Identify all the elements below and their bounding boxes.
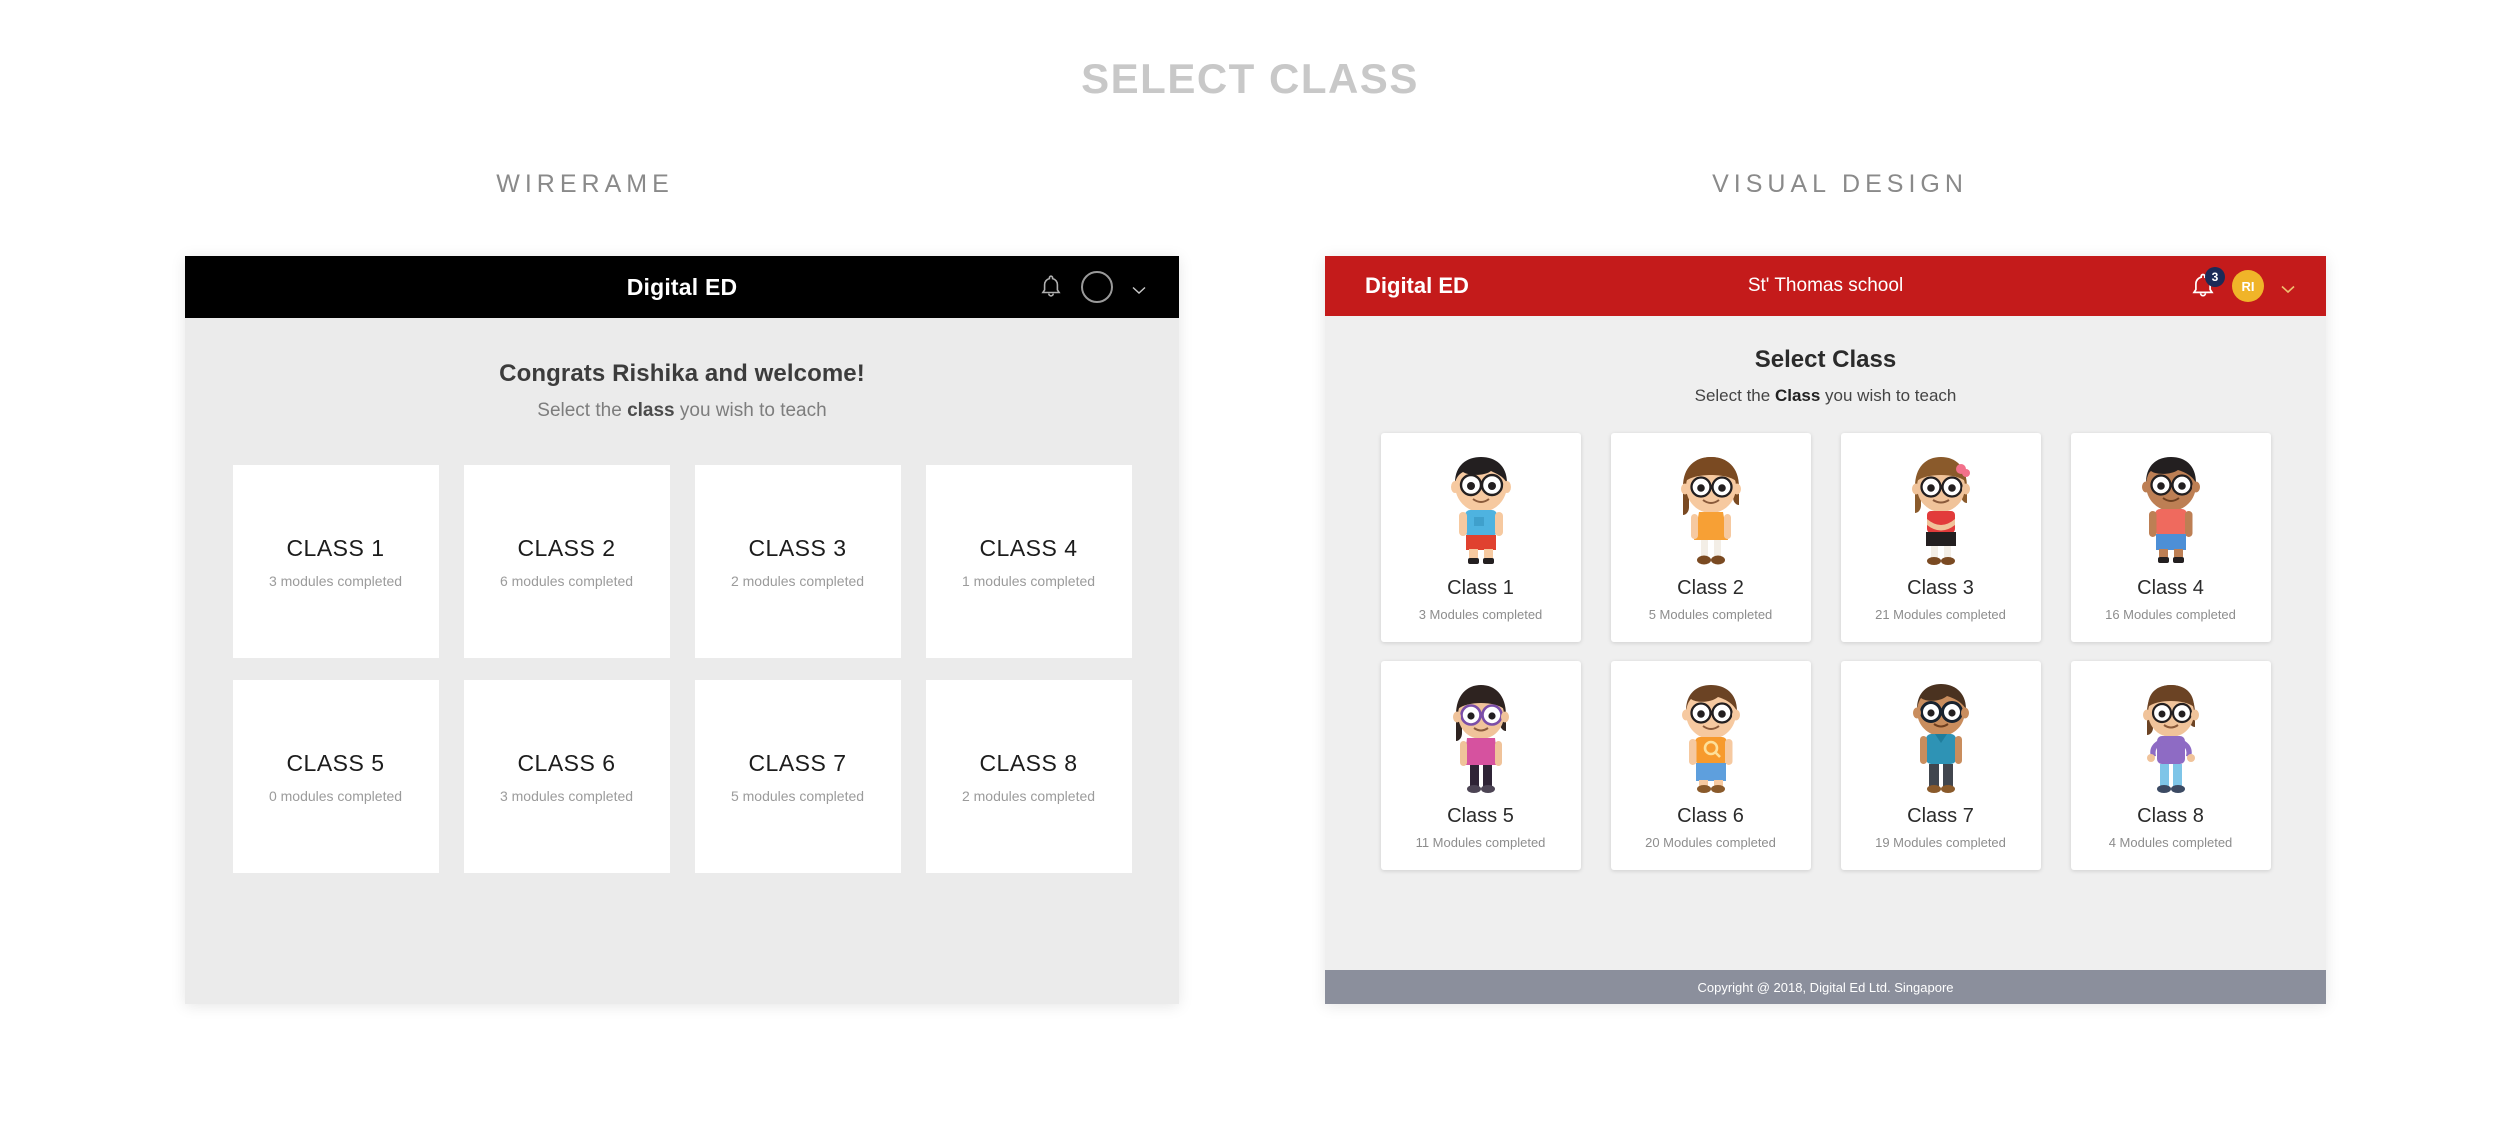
wireframe-class-card[interactable]: CLASS 1 3 modules completed	[232, 465, 439, 658]
wireframe-class-modules: 2 modules completed	[730, 572, 865, 589]
wireframe-class-modules: 2 modules completed	[961, 787, 1096, 804]
visual-class-card[interactable]: Class 6 20 Modules completed	[1610, 661, 1811, 870]
wireframe-class-modules: 0 modules completed	[268, 787, 403, 804]
chevron-down-icon[interactable]	[1131, 282, 1147, 294]
visual-brand: Digital ED	[1365, 273, 1469, 298]
wireframe-subheading-bold: class	[627, 400, 675, 421]
visual-subheading: Select the Class you wish to teach	[1325, 386, 2326, 406]
visual-class-modules: 3 Modules completed	[1418, 607, 1543, 622]
student-avatar-icon	[1885, 447, 1997, 567]
wireframe-class-card[interactable]: CLASS 2 6 modules completed	[463, 465, 670, 658]
wireframe-class-title: CLASS 8	[979, 749, 1078, 776]
visual-class-modules: 20 Modules completed	[1645, 835, 1776, 850]
visual-class-modules: 5 Modules completed	[1648, 607, 1773, 622]
wireframe-brand: Digital ED	[626, 273, 738, 300]
visual-subheading-prefix: Select the	[1694, 386, 1775, 405]
wireframe-class-card[interactable]: CLASS 3 2 modules completed	[694, 465, 901, 658]
notification-badge: 3	[2205, 267, 2225, 287]
visual-body: Select Class Select the Class you wish t…	[1325, 316, 2326, 970]
wireframe-class-card[interactable]: CLASS 6 3 modules completed	[463, 680, 670, 873]
wireframe-class-modules: 6 modules completed	[499, 572, 634, 589]
student-avatar-icon	[1655, 675, 1767, 795]
page-title: SELECT CLASS	[1081, 55, 1419, 102]
visual-class-card[interactable]: Class 2 5 Modules completed	[1610, 433, 1811, 642]
wireframe-subheading-suffix: you wish to teach	[674, 400, 827, 421]
student-avatar-icon	[2115, 675, 2227, 795]
screenshot-root: SELECT CLASS WIRERAME VISUAL DESIGN Digi…	[0, 0, 2500, 1131]
visual-class-title: Class 2	[1677, 577, 1744, 599]
section-label-wireframe: WIRERAME	[496, 170, 674, 198]
visual-class-modules: 11 Modules completed	[1415, 835, 1546, 850]
visual-heading: Select Class	[1754, 346, 1897, 373]
visual-class-card[interactable]: Class 8 4 Modules completed	[2070, 661, 2271, 870]
wireframe-header-actions	[1039, 256, 1147, 318]
visual-class-card[interactable]: Class 1 3 Modules completed	[1380, 433, 1581, 642]
visual-subheading-bold: Class	[1774, 386, 1821, 405]
visual-class-card[interactable]: Class 4 16 Modules completed	[2070, 433, 2271, 642]
wireframe-class-card[interactable]: CLASS 7 5 modules completed	[694, 680, 901, 873]
student-avatar-icon	[1425, 675, 1537, 795]
student-avatar-icon	[2115, 447, 2227, 567]
wireframe-class-title: CLASS 4	[979, 534, 1078, 561]
visual-class-card[interactable]: Class 5 11 Modules completed	[1380, 661, 1581, 870]
student-avatar-icon	[1655, 447, 1767, 567]
visual-subheading-suffix: you wish to teach	[1820, 386, 1957, 405]
visual-class-title: Class 8	[2137, 805, 2204, 827]
wireframe-class-grid: CLASS 1 3 modules completed CLASS 2 6 mo…	[185, 465, 1179, 873]
wireframe-class-title: CLASS 1	[286, 534, 385, 561]
visual-class-title: Class 4	[2137, 577, 2204, 599]
student-avatar-icon	[1885, 675, 1997, 795]
visual-class-grid: Class 1 3 Modules completed Class 2 5 Mo…	[1325, 433, 2326, 870]
student-avatar-icon	[1425, 447, 1537, 567]
notifications-button[interactable]: 3	[2190, 267, 2225, 300]
wireframe-subheading: Select the class you wish to teach	[185, 400, 1179, 422]
visual-class-modules: 4 Modules completed	[2108, 835, 2233, 850]
visual-class-modules: 21 Modules completed	[1875, 607, 2006, 622]
chevron-down-icon[interactable]	[2280, 281, 2296, 294]
visual-class-card[interactable]: Class 7 19 Modules completed	[1840, 661, 2041, 870]
visual-class-title: Class 3	[1907, 577, 1974, 599]
wireframe-class-modules: 3 modules completed	[499, 787, 634, 804]
visual-header: Digital ED St' Thomas school 3 RI	[1325, 256, 2326, 316]
visual-class-title: Class 6	[1677, 805, 1744, 827]
wireframe-body: Congrats Rishika and welcome! Select the…	[185, 318, 1179, 873]
wireframe-class-modules: 1 modules completed	[961, 572, 1096, 589]
visual-class-modules: 19 Modules completed	[1875, 835, 2006, 850]
visual-class-title: Class 7	[1907, 805, 1974, 827]
visual-header-actions: 3 RI	[2190, 256, 2296, 316]
wireframe-class-title: CLASS 6	[517, 749, 616, 776]
wireframe-class-card[interactable]: CLASS 8 2 modules completed	[925, 680, 1132, 873]
wireframe-header: Digital ED	[185, 256, 1179, 318]
wireframe-class-card[interactable]: CLASS 5 0 modules completed	[232, 680, 439, 873]
wireframe-class-title: CLASS 2	[517, 534, 616, 561]
visual-class-card[interactable]: Class 3 21 Modules completed	[1840, 433, 2041, 642]
section-label-visual-design: VISUAL DESIGN	[1712, 170, 1968, 198]
bell-icon[interactable]	[1039, 274, 1063, 300]
wireframe-class-modules: 5 modules completed	[730, 787, 865, 804]
school-name: St' Thomas school	[1747, 275, 1904, 296]
avatar[interactable]	[1081, 271, 1113, 303]
visual-class-title: Class 1	[1447, 577, 1514, 599]
wireframe-subheading-prefix: Select the	[537, 400, 628, 421]
avatar[interactable]: RI	[2232, 270, 2264, 302]
wireframe-class-title: CLASS 7	[748, 749, 847, 776]
wireframe-panel: Digital ED Congrats Rishika and welcome!	[185, 256, 1179, 1004]
wireframe-class-card[interactable]: CLASS 4 1 modules completed	[925, 465, 1132, 658]
wireframe-class-title: CLASS 5	[286, 749, 385, 776]
visual-footer: Copyright @ 2018, Digital Ed Ltd. Singap…	[1325, 970, 2326, 1004]
wireframe-heading: Congrats Rishika and welcome!	[499, 360, 865, 387]
wireframe-class-title: CLASS 3	[748, 534, 847, 561]
visual-class-title: Class 5	[1447, 805, 1514, 827]
visual-class-modules: 16 Modules completed	[2105, 607, 2236, 622]
visual-design-panel: Digital ED St' Thomas school 3 RI Select…	[1325, 256, 2326, 1004]
wireframe-class-modules: 3 modules completed	[268, 572, 403, 589]
